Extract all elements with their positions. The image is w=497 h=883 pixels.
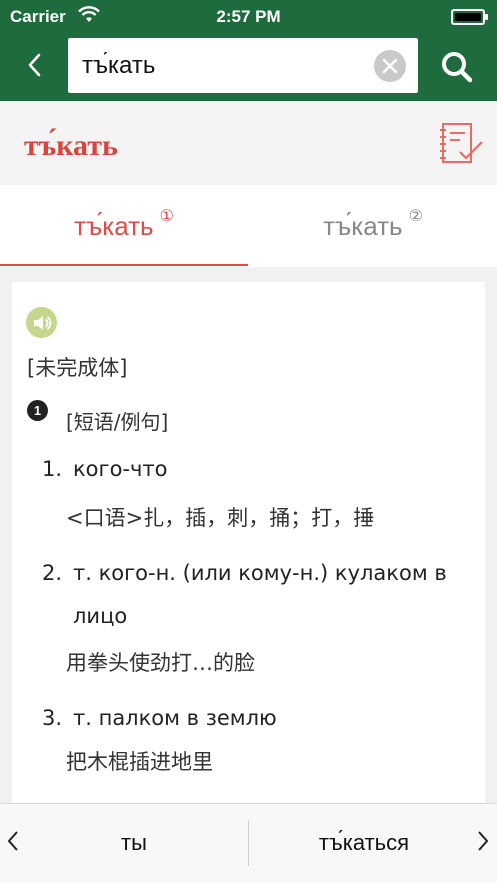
tab-label: тъ́кать	[323, 210, 403, 241]
active-tab-indicator	[0, 264, 248, 266]
sense-number-badge: 1	[27, 400, 48, 421]
pronunciation-button[interactable]	[26, 307, 57, 338]
tab-homograph-2[interactable]: тъ́кать ②	[249, 185, 497, 267]
speaker-icon	[33, 315, 51, 330]
clear-search-button[interactable]	[374, 50, 406, 82]
search-box	[68, 38, 418, 93]
tab-homograph-1[interactable]: тъ́кать ①	[0, 185, 248, 267]
homograph-tabs: тъ́кать ① тъ́кать ②	[0, 185, 497, 267]
example-translation: 把木棍插进地里	[66, 750, 213, 774]
chevron-right-icon[interactable]	[474, 826, 492, 856]
add-to-wordbook-button[interactable]	[438, 122, 486, 166]
example-number: 2.	[42, 561, 63, 585]
example-translation: <口语>扎，插，刺，捅；打，捶	[66, 506, 375, 530]
search-input[interactable]	[82, 38, 372, 93]
example-russian: кого-что	[73, 457, 168, 481]
top-bar: Carrier 2:57 PM	[0, 0, 497, 101]
chevron-left-icon	[28, 53, 41, 77]
tab-number: ②	[408, 208, 423, 225]
aspect-label: [未完成体]	[27, 356, 128, 380]
example-russian: т. палком в землю	[73, 706, 277, 730]
example-number: 1.	[42, 457, 63, 481]
next-word-button[interactable]: тъ́каться	[250, 803, 478, 883]
example-russian: т. кого-н. (или кому-н.) кулаком в	[73, 561, 447, 585]
divider	[248, 820, 249, 866]
headword: тъ́кать	[24, 129, 118, 162]
back-button[interactable]	[14, 45, 54, 85]
previous-word-button[interactable]: ты	[20, 803, 248, 883]
search-icon	[442, 52, 473, 83]
battery-icon	[451, 9, 488, 25]
headword-band: тъ́кать	[0, 101, 497, 185]
next-word-label: тъ́каться	[318, 830, 410, 855]
previous-word-label: ты	[121, 830, 147, 855]
status-bar: Carrier 2:57 PM	[0, 0, 497, 34]
search-button[interactable]	[434, 44, 480, 90]
example-number: 3.	[42, 706, 63, 730]
tab-number: ①	[159, 208, 174, 225]
close-icon	[382, 58, 398, 74]
sense-label: [短语/例句]	[66, 410, 169, 434]
example-translation: 用拳头使劲打…的脸	[66, 651, 255, 675]
status-time: 2:57 PM	[216, 7, 281, 26]
tab-label: тъ́кать	[74, 210, 154, 241]
example-russian-continued: лицо	[73, 604, 128, 628]
notebook-check-icon	[440, 123, 483, 163]
